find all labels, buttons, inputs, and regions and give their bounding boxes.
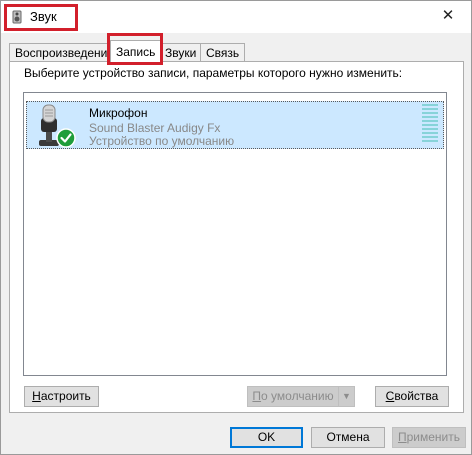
- default-checkmark-icon: [56, 128, 76, 148]
- tab-sounds[interactable]: Звуки: [159, 43, 203, 62]
- close-icon: ✕: [441, 7, 455, 24]
- title-bar: Звук ✕: [1, 1, 471, 33]
- tab-communications[interactable]: Связь: [200, 43, 246, 62]
- recording-panel: Выберите устройство записи, параметры ко…: [9, 61, 464, 413]
- device-status: Устройство по умолчанию: [89, 134, 235, 148]
- properties-button[interactable]: Свойства: [375, 386, 449, 407]
- device-name: Микрофон: [89, 106, 148, 120]
- close-button[interactable]: ✕: [431, 4, 465, 28]
- microphone-icon: [39, 104, 76, 148]
- device-description: Sound Blaster Audigy Fx: [89, 121, 221, 135]
- set-default-button[interactable]: По умолчанию ▼: [247, 386, 355, 407]
- dropdown-arrow-icon[interactable]: ▼: [338, 387, 354, 406]
- level-meter: [422, 104, 438, 146]
- tab-playback[interactable]: Воспроизведение: [9, 43, 121, 62]
- ok-button[interactable]: OK: [230, 427, 303, 448]
- device-list[interactable]: Микрофон Sound Blaster Audigy Fx Устройс…: [23, 92, 447, 376]
- instruction-text: Выберите устройство записи, параметры ко…: [24, 66, 403, 80]
- cancel-button[interactable]: Отмена: [311, 427, 385, 448]
- tab-highlight-box: [107, 33, 163, 65]
- sound-dialog: Звук ✕ Воспроизведение Запись Звуки Связ…: [0, 0, 472, 455]
- device-list-item[interactable]: Микрофон Sound Blaster Audigy Fx Устройс…: [26, 101, 444, 149]
- apply-button[interactable]: Применить: [392, 427, 466, 448]
- title-highlight-box: [4, 4, 78, 31]
- configure-button[interactable]: Настроить: [24, 386, 99, 407]
